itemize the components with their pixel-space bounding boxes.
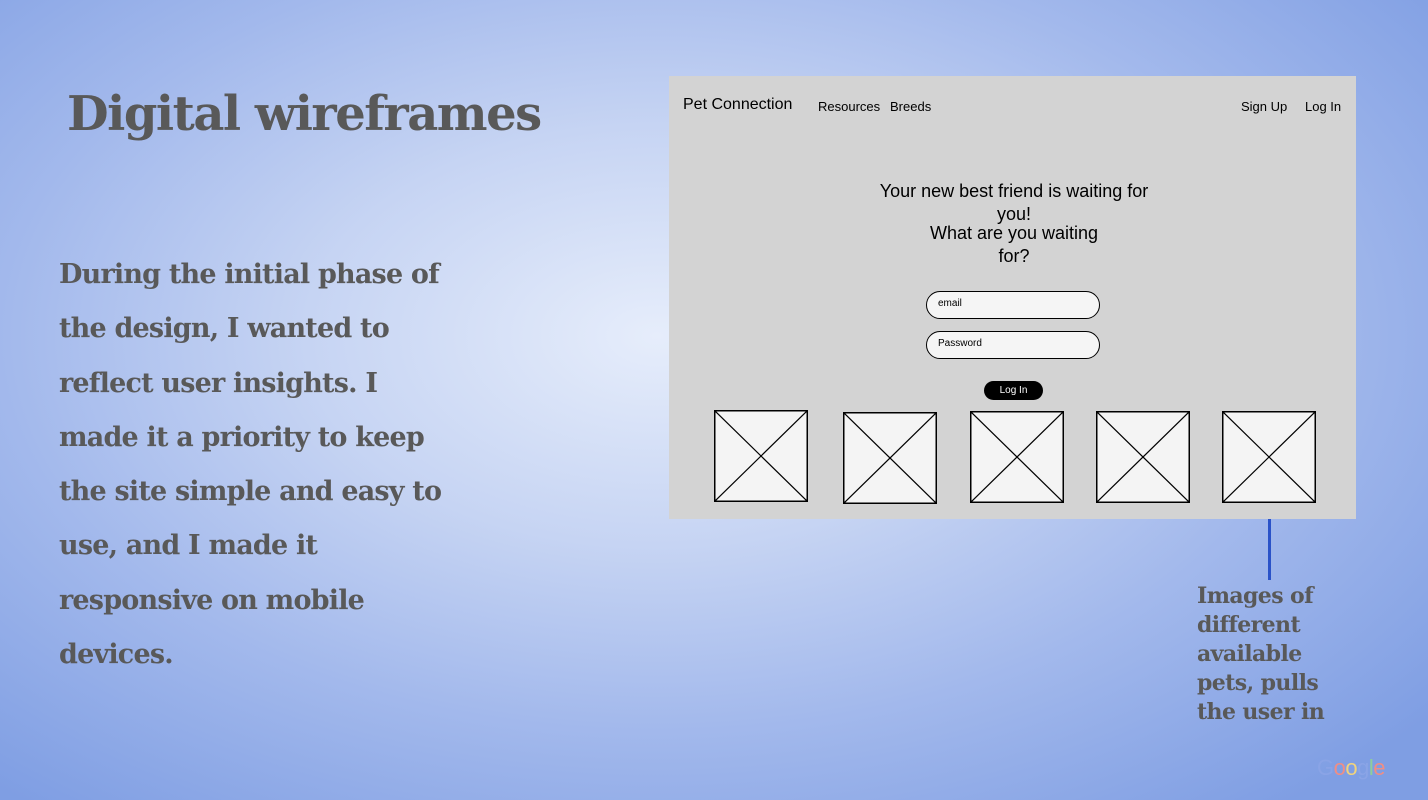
callout-connector-line [1268, 519, 1271, 580]
nav-link-sign-up[interactable]: Sign Up [1241, 99, 1287, 114]
logo-letter: g [1357, 755, 1369, 780]
pet-image-placeholder[interactable] [843, 412, 937, 504]
pet-image-placeholder[interactable] [1096, 411, 1190, 503]
log-in-button[interactable]: Log In [984, 381, 1043, 400]
slide-body-text: During the initial phase of the design, … [59, 259, 442, 671]
email-field[interactable]: email [926, 291, 1100, 319]
slide-title: Digital wireframes [67, 86, 542, 142]
callout-annotation: Images of different available pets, pull… [1197, 583, 1325, 725]
wireframe-brand[interactable]: Pet Connection [683, 96, 792, 114]
nav-link-breeds[interactable]: Breeds [890, 99, 931, 114]
logo-letter: o [1345, 755, 1358, 780]
wireframe-subheadline: What are you waiting for? [929, 223, 1099, 266]
google-logo: Google [1317, 755, 1386, 781]
nav-link-log-in[interactable]: Log In [1305, 99, 1341, 114]
wireframe-mockup: Pet Connection Resources Breeds Sign Up … [669, 76, 1356, 519]
pet-image-placeholder[interactable] [970, 411, 1064, 503]
nav-link-resources[interactable]: Resources [818, 99, 880, 114]
pet-image-placeholder[interactable] [1222, 411, 1316, 503]
pet-image-placeholder[interactable] [714, 410, 808, 502]
password-field[interactable]: Password [926, 331, 1100, 359]
logo-letter: o [1333, 755, 1346, 780]
logo-letter: e [1373, 755, 1386, 780]
wireframe-headline: Your new best friend is waiting for you! [879, 181, 1149, 224]
logo-letter: G [1317, 755, 1334, 780]
